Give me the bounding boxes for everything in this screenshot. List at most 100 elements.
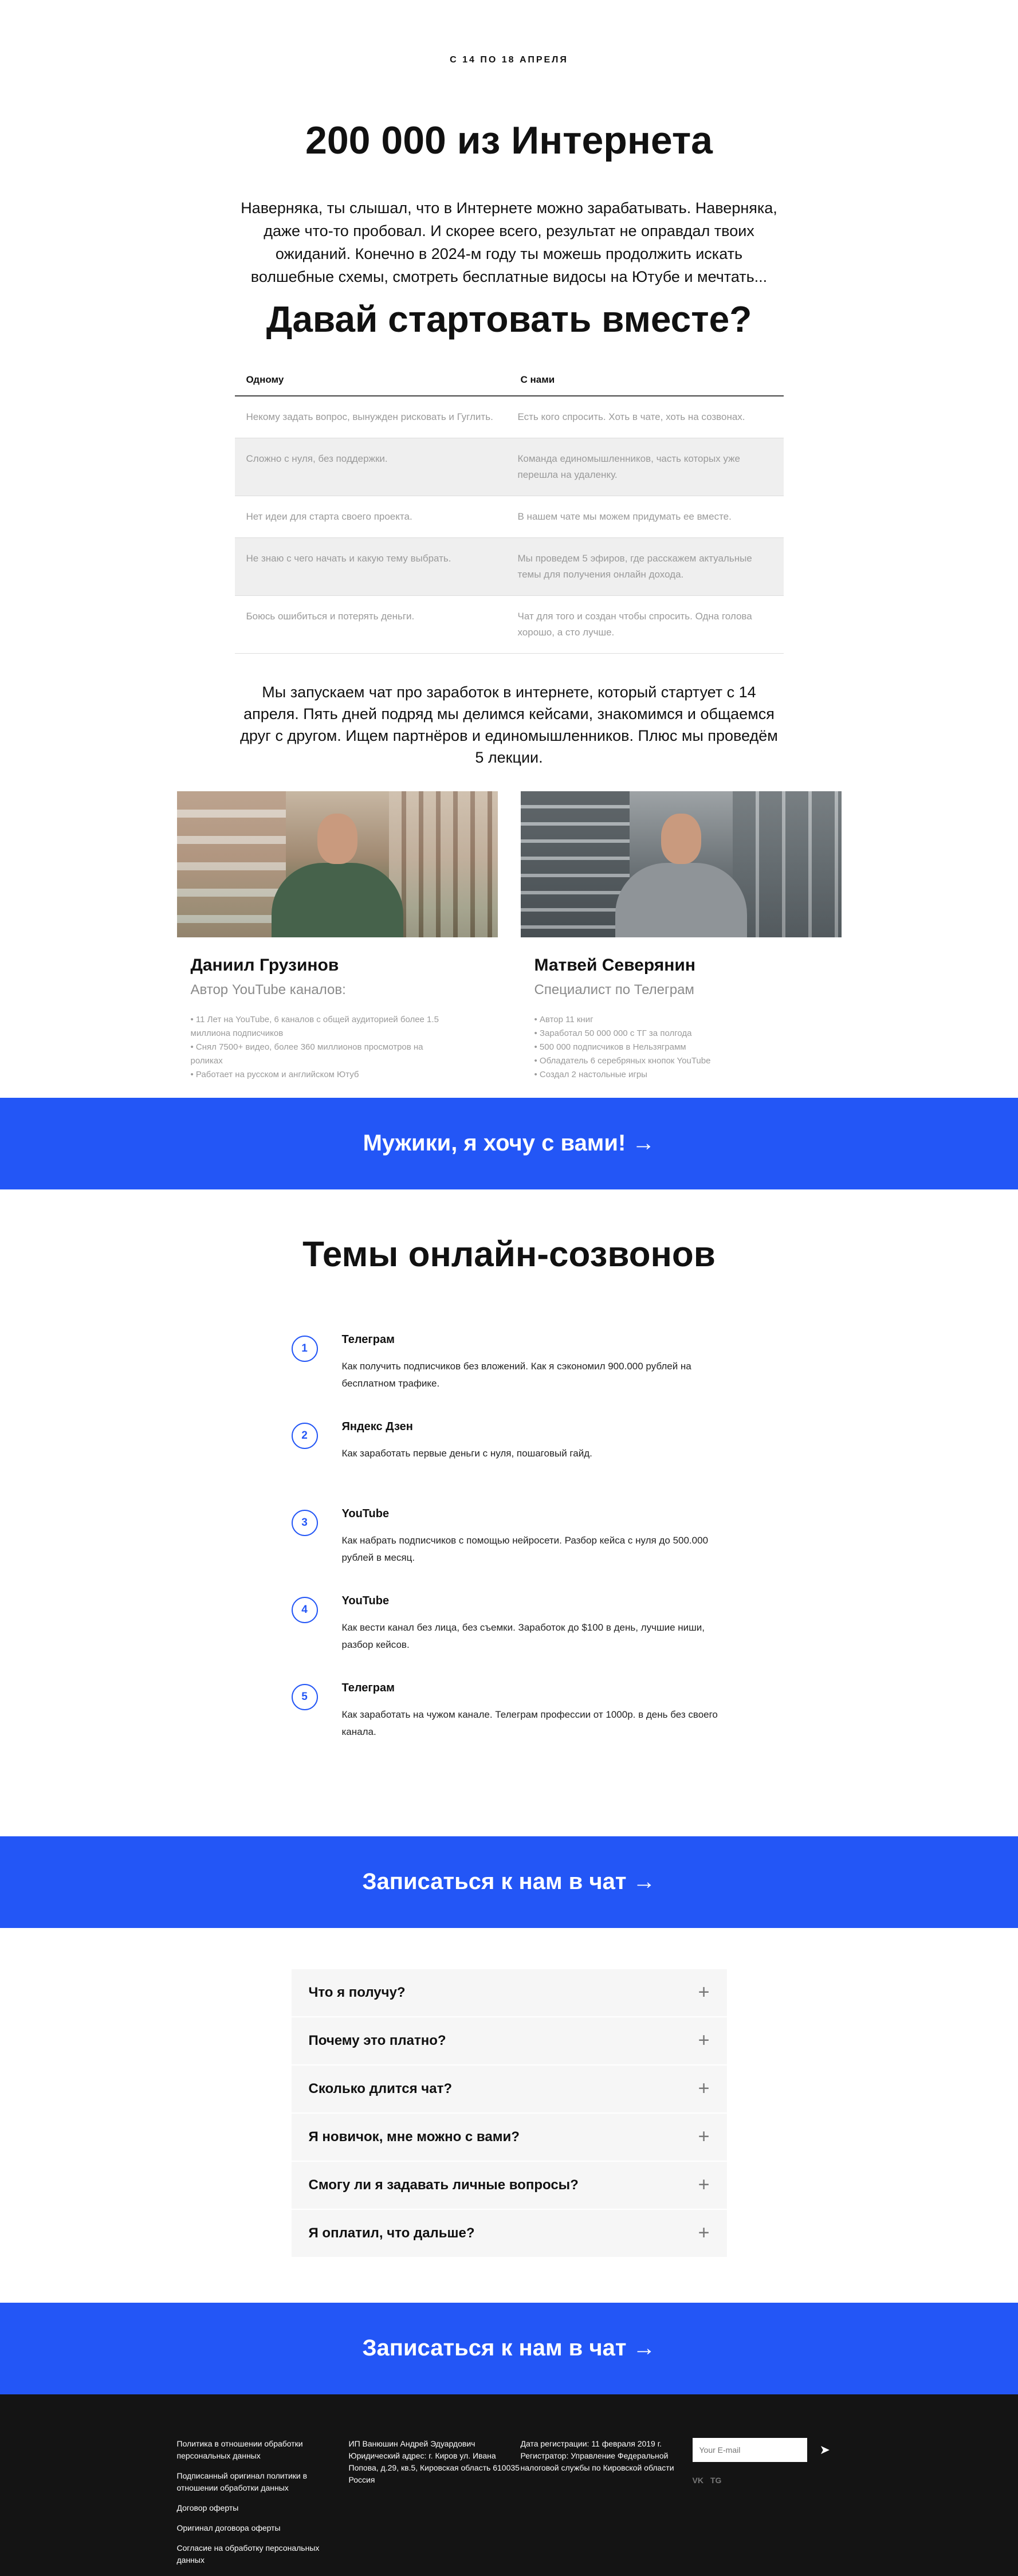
start-together-title: Давай стартовать вместе? — [266, 298, 752, 340]
faq-question: Я оплатил, что дальше? — [308, 2225, 475, 2241]
faq-question: Смогу ли я задавать личные вопросы? — [308, 2177, 579, 2193]
faq-item[interactable]: Сколько длится чат? + — [291, 2065, 727, 2114]
comparison-header: Одному С нами — [234, 364, 784, 396]
photo-background — [520, 791, 630, 937]
offer-agreement-link[interactable]: Договор оферты — [177, 2502, 349, 2514]
list-item: • Создал 2 настольные игры — [534, 1069, 647, 1079]
cell-alone: Не знаю с чего начать и какую тему выбра… — [246, 552, 451, 564]
cell-with-us: Есть кого спросить. Хоть в чате, хоть на… — [517, 411, 745, 422]
faq-item[interactable]: Я оплатил, что дальше? + — [291, 2210, 727, 2258]
hero-text: Наверняка, ты слышал, что в Интернете мо… — [241, 199, 777, 285]
topic-description: Как набрать подписчиков с помощью нейрос… — [341, 1534, 709, 1563]
signup-chat-button[interactable]: Записаться к нам в чат → — [0, 1836, 1018, 1928]
list-item: роликах — [190, 1055, 223, 1066]
comparison-table: Одному С нами Некому задать вопрос, выну… — [234, 364, 784, 654]
faq-question: Почему это платно? — [308, 2032, 446, 2048]
topic-body: Телеграм Как заработать на чужом канале.… — [342, 1682, 727, 1769]
plus-icon: + — [698, 2174, 710, 2196]
speaker-role: Специалист по Телеграм — [534, 981, 694, 998]
subscribe-block: ➤ VK TG — [692, 2437, 842, 2574]
table-row: Сложно с нуля, без поддержки. Команда ед… — [234, 438, 784, 496]
faq-item[interactable]: Смогу ли я задавать личные вопросы? + — [291, 2162, 727, 2210]
speaker-card: Матвей Северянин Специалист по Телеграм … — [520, 791, 842, 1082]
faq-item[interactable]: Почему это платно? + — [291, 2017, 727, 2065]
topic-body: YouTube Как вести канал без лица, без съ… — [342, 1595, 727, 1682]
date-eyebrow: С 14 ПО 18 АПРЕЛЯ — [450, 55, 568, 65]
topic-number: 1 — [291, 1335, 318, 1362]
offer-original-link[interactable]: Оригинал договора оферты — [177, 2522, 349, 2534]
email-field[interactable] — [692, 2437, 807, 2462]
topic-name: Телеграм — [341, 1681, 395, 1694]
cell-alone: Нет идеи для старта своего проекта. — [246, 511, 412, 522]
topic-body: Яндекс Дзен Как заработать первые деньги… — [342, 1420, 727, 1507]
column-header-alone: Одному — [246, 374, 284, 385]
legal-info: ИП Ванюшин Андрей Эдуардович Юридический… — [348, 2438, 520, 2484]
person-body — [271, 862, 403, 937]
cell-alone: Некому задать вопрос, вынужден рисковать… — [246, 411, 493, 422]
signup-chat-button-label: Записаться к нам в чат → — [362, 1869, 656, 1895]
registration-info: Дата регистрации: 11 февраля 2019 г. Рег… — [520, 2438, 674, 2472]
signed-policy-link[interactable]: Подписанный оригинал политики в отношени… — [177, 2470, 349, 2494]
email-row: ➤ — [692, 2437, 842, 2462]
topic-item: 2 Яндекс Дзен Как заработать первые день… — [291, 1420, 727, 1507]
topic-item: 4 YouTube Как вести канал без лица, без … — [291, 1595, 727, 1682]
social-links: VK TG — [693, 2475, 842, 2487]
join-us-button[interactable]: Мужики, я хочу с вами! → — [0, 1097, 1018, 1189]
list-item: • 11 Лет на YouTube, 6 каналов с общей а… — [190, 1014, 439, 1024]
speaker-facts: • 11 Лет на YouTube, 6 каналов с общей а… — [177, 1013, 498, 1082]
photo-background — [388, 791, 498, 937]
person-head — [661, 813, 701, 864]
speaker-facts: • Автор 11 книг • Заработал 50 000 000 с… — [521, 1013, 842, 1082]
speaker-name: Матвей Северянин — [534, 955, 695, 975]
topic-name: Телеграм — [341, 1333, 395, 1346]
faq-question: Сколько длится чат? — [308, 2080, 453, 2096]
topic-number: 5 — [291, 1683, 318, 1710]
speaker-photo — [176, 791, 498, 937]
list-item: • 500 000 подписчиков в Нельзяграмм — [534, 1042, 686, 1052]
faq-item[interactable]: Что я получу? + — [291, 1969, 727, 2017]
plus-icon: + — [698, 2078, 710, 2100]
footer-content: Политика в отношении обработки персональ… — [177, 2437, 842, 2574]
list-item: миллиона подписчиков — [190, 1028, 284, 1038]
topic-number: 3 — [291, 1509, 318, 1536]
list-item: • Работает на русском и английском Ютуб — [190, 1069, 359, 1079]
list-item: • Заработал 50 000 000 с ТГ за полгода — [534, 1028, 692, 1038]
faq-question: Я новичок, мне можно с вами? — [308, 2129, 520, 2145]
cell-alone: Сложно с нуля, без поддержки. — [246, 453, 388, 464]
topic-body: YouTube Как набрать подписчиков с помощь… — [342, 1507, 727, 1595]
photo-background — [176, 791, 286, 937]
telegram-icon[interactable]: TG — [710, 2475, 721, 2487]
speaker-name: Даниил Грузинов — [190, 955, 339, 975]
topics-title: Темы онлайн-созвонов — [302, 1234, 716, 1274]
plus-icon: + — [698, 2222, 710, 2244]
plus-icon: + — [698, 1981, 710, 2004]
plus-icon: + — [698, 2126, 710, 2148]
footer: Политика в отношении обработки персональ… — [0, 2394, 1018, 2576]
faq-question: Что я получу? — [308, 1984, 406, 2000]
person-figure — [271, 806, 403, 937]
list-item: • Снял 7500+ видео, более 360 миллионов … — [190, 1042, 423, 1052]
send-icon[interactable]: ➤ — [820, 2444, 830, 2456]
table-row: Не знаю с чего начать и какую тему выбра… — [234, 537, 784, 596]
vk-icon[interactable]: VK — [693, 2475, 703, 2487]
speakers: Даниил Грузинов Автор YouTube каналов: •… — [176, 791, 842, 1082]
footer-links: Политика в отношении обработки персональ… — [177, 2438, 349, 2574]
data-consent-link[interactable]: Согласие на обработку персональных данны… — [177, 2542, 349, 2566]
privacy-policy-link[interactable]: Политика в отношении обработки персональ… — [177, 2438, 349, 2462]
topic-name: YouTube — [341, 1507, 390, 1520]
topic-number: 2 — [291, 1422, 318, 1449]
topic-item: 3 YouTube Как набрать подписчиков с помо… — [291, 1507, 727, 1595]
cell-with-us: Команда единомышленников, часть которых … — [517, 453, 740, 480]
photo-background — [732, 791, 842, 937]
topics-list: 1 Телеграм Как получить подписчиков без … — [291, 1333, 727, 1769]
topic-body: Телеграм Как получить подписчиков без вл… — [342, 1333, 727, 1420]
topic-item: 5 Телеграм Как заработать на чужом канал… — [291, 1682, 727, 1769]
faq-item[interactable]: Я новичок, мне можно с вами? + — [291, 2114, 727, 2162]
topic-name: Яндекс Дзен — [341, 1420, 413, 1433]
cell-with-us: Мы проведем 5 эфиров, где расскажем акту… — [517, 552, 752, 580]
topic-description: Как вести канал без лица, без съемки. За… — [341, 1621, 705, 1650]
faq-accordion: Что я получу? + Почему это платно? + Ско… — [291, 1969, 727, 2258]
signup-chat-button-bottom[interactable]: Записаться к нам в чат → — [0, 2302, 1018, 2394]
person-figure — [615, 806, 747, 937]
topic-name: YouTube — [341, 1594, 390, 1607]
